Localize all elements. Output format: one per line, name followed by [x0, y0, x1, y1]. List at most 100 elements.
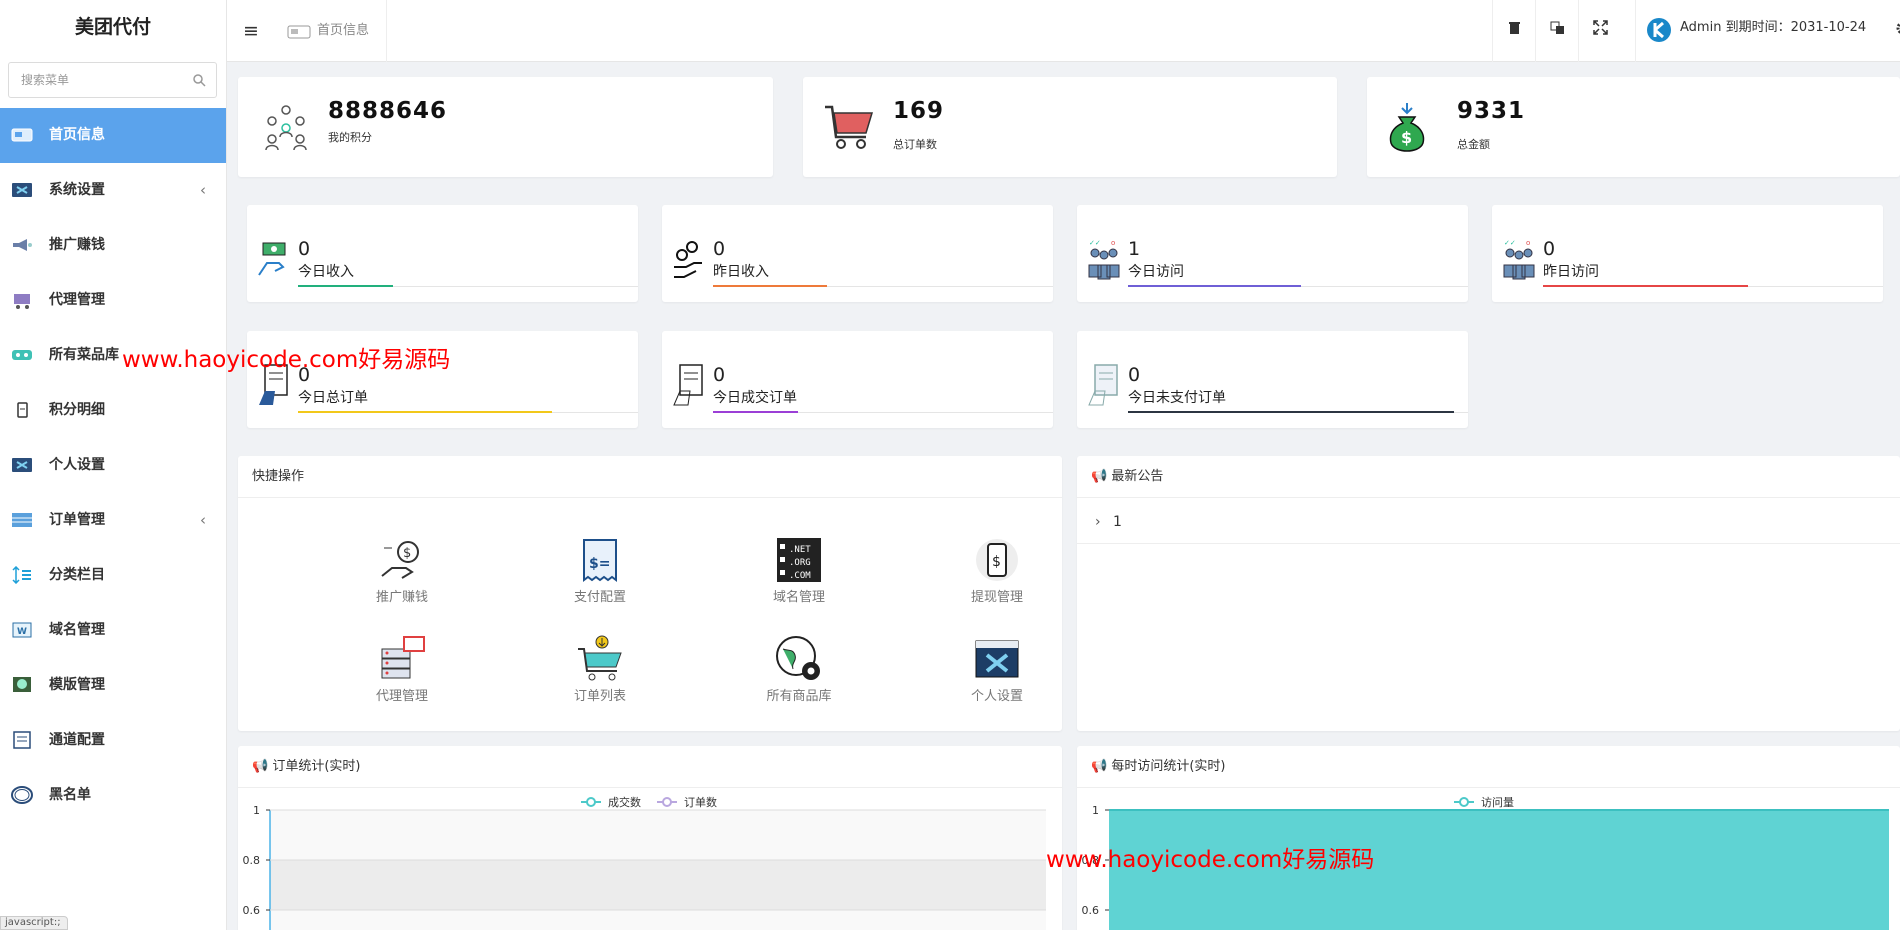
sidebar-item-domain[interactable]: W 域名管理 — [0, 603, 226, 658]
sidebar-item-blacklist[interactable]: 黑名单 — [0, 768, 226, 823]
coins-hand-icon — [672, 237, 706, 281]
legend-label[interactable]: 访问量 — [1481, 796, 1514, 809]
agent-cart-icon — [11, 291, 33, 309]
stat-label: 昨日收入 — [713, 264, 769, 280]
quick-action-label: 个人设置 — [970, 689, 1023, 704]
clear-cache-button[interactable] — [1492, 0, 1535, 62]
panel-title: 最新公告 — [1111, 469, 1164, 484]
stat-label: 总金额 — [1457, 138, 1490, 151]
sidebar-item-label: 积分明细 — [49, 402, 105, 418]
sidebar-item-orders[interactable]: 订单管理 ‹ — [0, 493, 226, 548]
svg-text:$: $ — [403, 546, 411, 561]
stat-label: 昨日访问 — [1543, 264, 1599, 280]
panel-title: 订单统计(实时) — [272, 759, 361, 774]
dashboard-icon — [11, 126, 33, 144]
stat-value: 169 — [893, 98, 945, 124]
panel-title: 每时访问统计(实时) — [1111, 759, 1226, 774]
menu-search-input[interactable]: 搜索菜单 — [8, 62, 217, 98]
search-placeholder: 搜索菜单 — [21, 73, 70, 87]
y-tick-label: 0.8 — [243, 854, 261, 867]
blacklist-ring-icon — [11, 786, 33, 804]
quick-action-label: 支付配置 — [573, 590, 626, 605]
money-hand-icon: $ — [378, 536, 426, 584]
svg-text:.NET: .NET — [789, 545, 811, 555]
gear-icon[interactable] — [1895, 20, 1900, 36]
menu-toggle-icon[interactable]: ≡ — [243, 21, 259, 41]
sidebar-item-template[interactable]: 模版管理 — [0, 658, 226, 713]
sidebar-item-label: 分类栏目 — [49, 567, 105, 583]
sidebar-item-agent[interactable]: 代理管理 — [0, 273, 226, 328]
sidebar-item-system-settings[interactable]: 系统设置 ‹ — [0, 163, 226, 218]
quick-action-label: 推广赚钱 — [375, 590, 428, 605]
stat-card-yesterday-visits: ✓✓ o 0 昨日访问 — [1492, 205, 1883, 302]
svg-text:$: $ — [992, 554, 1001, 570]
user-menu[interactable]: Admin 到期时间：2031-10-24 — [1635, 0, 1900, 62]
svg-text:✓✓: ✓✓ — [1504, 239, 1516, 247]
chevron-left-icon: ‹ — [200, 181, 206, 199]
sidebar-item-label: 黑名单 — [49, 787, 91, 803]
sidebar-item-category[interactable]: 分类栏目 — [0, 548, 226, 603]
profile-settings-icon — [11, 456, 33, 474]
browser-tools-icon — [973, 635, 1021, 683]
quick-action-payment[interactable]: $= 支付配置 — [550, 536, 650, 605]
notice-text: 1 — [1113, 514, 1122, 530]
quick-actions-panel: 快捷操作 $ 推广赚钱 $= 支付配置 .NET .ORG .COM 域名管理 $ … — [238, 456, 1062, 731]
stat-card-today-income: 0 今日收入 — [247, 205, 638, 302]
chevron-right-icon: › — [1095, 514, 1101, 530]
quick-action-agent[interactable]: 代理管理 — [352, 635, 452, 704]
chevron-left-icon: ‹ — [200, 511, 206, 529]
stat-card-points: 8888646 我的积分 — [238, 77, 773, 177]
sidebar-item-label: 首页信息 — [49, 127, 105, 143]
stat-card-today-completed: 0 今日成交订单 — [662, 331, 1053, 428]
language-button[interactable] — [1535, 0, 1578, 62]
quick-action-label: 提现管理 — [970, 590, 1023, 605]
progress-bar — [298, 285, 393, 287]
legend-label[interactable]: 成交数 — [608, 795, 641, 809]
watermark: www.haoyicode.com好易源码 — [1046, 847, 1375, 873]
y-tick-label: 0.6 — [243, 904, 261, 917]
stat-value: 0 — [713, 364, 726, 386]
stat-value: 0 — [713, 238, 726, 260]
brand-title: 美团代付 — [74, 16, 151, 38]
sidebar-item-channel[interactable]: 通道配置 — [0, 713, 226, 768]
channel-config-icon — [11, 731, 33, 749]
stat-card-amount: $ 9331 总金额 — [1367, 77, 1900, 177]
quick-action-profile[interactable]: 个人设置 — [947, 635, 1047, 704]
legend-marker[interactable] — [1459, 797, 1469, 807]
legend-marker[interactable] — [662, 797, 672, 807]
quick-action-promotion[interactable]: $ 推广赚钱 — [352, 536, 452, 605]
fullscreen-button[interactable] — [1578, 0, 1621, 62]
legend-marker[interactable] — [586, 797, 596, 807]
legend-label[interactable]: 订单数 — [684, 796, 717, 809]
notice-item[interactable]: › 1 — [1077, 500, 1900, 544]
search-icon[interactable] — [192, 73, 206, 87]
quick-action-orders[interactable]: 订单列表 — [550, 635, 650, 704]
quick-action-goods-library[interactable]: 所有商品库 — [749, 635, 849, 704]
quick-action-label: 代理管理 — [375, 689, 428, 704]
sidebar-item-promotion[interactable]: 推广赚钱 — [0, 218, 226, 273]
quick-action-domain[interactable]: .NET .ORG .COM 域名管理 — [749, 536, 849, 605]
sidebar-item-points[interactable]: 积分明细 — [0, 383, 226, 438]
svg-text:o: o — [1526, 239, 1530, 247]
quick-action-withdraw[interactable]: $ 提现管理 — [947, 536, 1047, 605]
order-doc-icon — [672, 363, 706, 407]
breadcrumb-tab[interactable]: 首页信息 — [287, 0, 387, 62]
divider — [238, 787, 1062, 788]
panel-title-row: 📢 最新公告 — [1091, 456, 1163, 498]
sidebar-item-dashboard[interactable]: 首页信息 — [0, 108, 226, 163]
y-tick-label: 0.6 — [1082, 904, 1100, 917]
stat-card-today-visits: ✓✓ o 1 今日访问 — [1077, 205, 1468, 302]
domain-icon: W — [11, 621, 33, 639]
translate-icon — [1550, 20, 1565, 35]
progress-bar — [1543, 285, 1748, 287]
svg-text:W: W — [17, 627, 27, 637]
fullscreen-icon — [1593, 20, 1608, 35]
divider — [1077, 787, 1900, 788]
sidebar-item-profile[interactable]: 个人设置 — [0, 438, 226, 493]
stat-value: 0 — [1543, 238, 1556, 260]
quick-action-label: 所有商品库 — [766, 689, 832, 704]
server-monitor-icon — [378, 635, 426, 683]
progress-bar — [1128, 411, 1454, 413]
breadcrumb-label: 首页信息 — [317, 23, 370, 38]
megaphone-icon — [11, 236, 33, 254]
